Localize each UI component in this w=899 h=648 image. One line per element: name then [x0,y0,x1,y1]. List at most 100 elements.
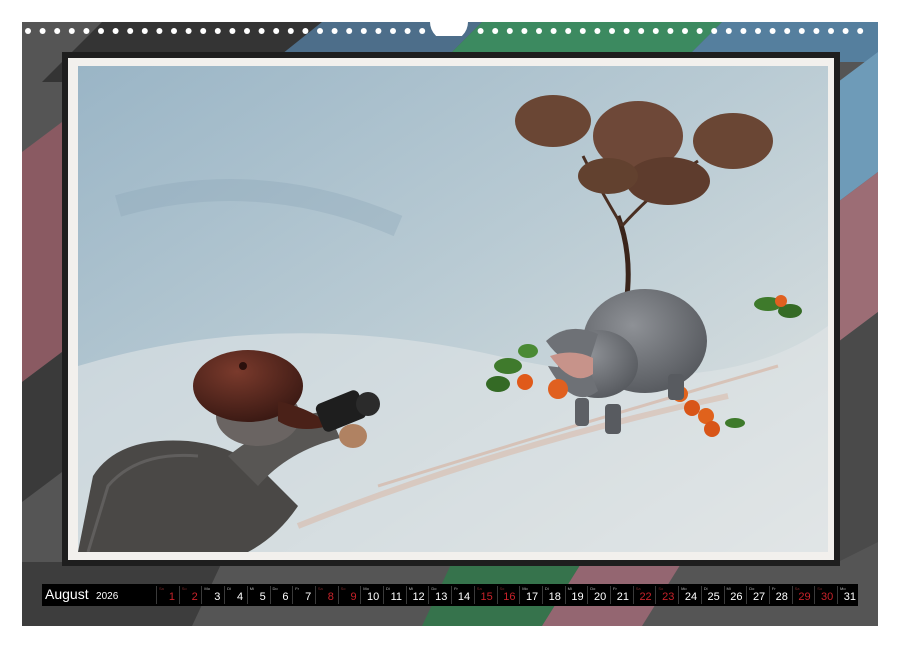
day-cell: Mi 19 [564,586,586,604]
binding-hole [244,28,250,34]
day-number: 8 [327,591,334,603]
photo-mat [68,58,834,560]
hanger-cutout [430,22,468,36]
day-cell: Di 18 [541,586,563,604]
day-cell: Fr 14 [451,586,472,604]
binding-hole [550,28,557,34]
day-cell: So 23 [655,586,676,604]
binding-hole [536,28,542,34]
day-number: 17 [525,591,539,603]
day-cell: Mo 10 [360,586,381,604]
day-number: 31 [843,591,856,603]
day-number: 4 [236,591,244,603]
weekday-label: Fr [295,586,299,591]
day-number: 18 [548,591,561,603]
binding-hole [185,28,192,34]
day-cell: Sa 8 [314,586,336,604]
binding-hole [594,28,601,34]
binding-hole [419,28,426,34]
day-number: 10 [367,591,380,603]
day-number: 12 [412,591,425,603]
day-cell: Sa 15 [473,586,495,604]
day-cell: Do 27 [746,586,767,604]
day-number: 7 [305,591,312,603]
day-number: 22 [639,591,652,603]
day-number: 9 [350,591,357,603]
weekday-label: Sa [317,586,323,591]
binding-hole [127,28,134,34]
binding-hole [200,28,207,34]
day-number: 30 [821,591,834,603]
day-cell: Fr 7 [292,586,313,604]
day-cell: Do 6 [269,586,291,604]
binding-hole [214,28,221,34]
photo-frame [62,52,840,566]
binding-hole [317,28,323,34]
day-number: 24 [684,591,698,603]
calendar-strip: August 2026 Sa 1 So 2 Mo 3 Di 4 Mi 5 Do 6 Fr 7 Sa 8 So 9 M… [42,584,858,606]
binding-hole [331,28,338,34]
binding-hole [83,28,90,34]
binding-hole [346,28,353,34]
weekday-label: So [340,586,346,591]
day-cell: Mo 17 [519,586,540,604]
day-cell: Mo 31 [837,586,858,604]
binding-hole [112,28,119,34]
day-number: 27 [752,591,766,603]
day-cell: Sa 29 [791,586,813,604]
binding-hole [360,28,367,34]
day-cell: Fr 28 [768,586,790,604]
day-cell: Do 20 [587,586,608,604]
day-number: 6 [282,591,289,603]
day-cell: So 16 [496,586,518,604]
binding-hole [638,28,645,34]
binding-hole [375,28,382,34]
day-number: 20 [594,591,607,603]
binding-hole [477,28,484,34]
month-label: August 2026 [45,586,118,604]
day-cell: Di 25 [700,586,722,604]
binding-hole [565,28,572,34]
weekday-label: Do [272,586,278,591]
binding-hole [506,28,513,34]
binding-hole [784,28,791,34]
binding-hole [390,28,396,34]
binding-hole [273,28,280,34]
binding-hole [696,28,703,34]
day-number: 28 [775,591,788,603]
binding-hole [682,28,688,34]
binding-hole [652,28,659,34]
binding-hole [229,28,236,34]
weekday-label: So [181,586,187,591]
day-cell: Mi 26 [723,586,745,604]
binding-hole [667,28,674,34]
day-cell: So 2 [178,586,200,604]
day-cell: So 9 [337,586,359,604]
binding-hole [156,28,163,34]
day-cell: Do 13 [428,586,449,604]
calendar-photo [78,66,828,552]
binding-hole [287,28,294,34]
binding-hole [521,28,528,34]
day-number: 2 [191,591,198,603]
month-name: August [45,586,89,602]
day-cell: Fr 21 [610,586,631,604]
day-number: 5 [259,591,266,603]
day-cell: Di 4 [224,586,245,604]
binding-hole [857,28,864,34]
day-cell: Sa 22 [632,586,654,604]
binding-hole [623,28,630,34]
binding-hole [769,28,776,34]
binding-hole [171,28,177,34]
day-number: 16 [503,591,516,603]
day-number: 29 [798,591,811,603]
weekday-label: Di [386,586,390,591]
binding-hole [492,28,499,34]
binding-hole [740,28,747,34]
binding-hole [725,28,732,34]
binding-hole [404,28,411,34]
binding-hole [141,28,148,34]
binding-hole [258,28,265,34]
binding-hole [25,28,31,34]
binding-hole [54,28,61,34]
